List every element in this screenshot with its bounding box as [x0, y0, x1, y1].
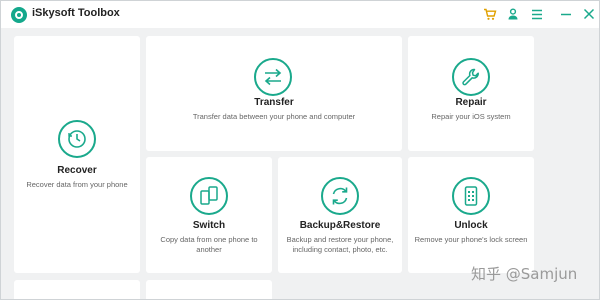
repair-description: Repair your iOS system — [431, 112, 511, 121]
repair-title: Repair — [455, 97, 487, 108]
partial-card[interactable] — [146, 280, 272, 299]
app-title: iSkysoft Toolbox — [32, 7, 120, 19]
menu-icon[interactable] — [529, 6, 545, 22]
minimize-icon[interactable] — [558, 6, 574, 22]
recover-card[interactable]: Recover Recover data from your phone — [14, 36, 140, 273]
title-bar: iSkysoft Toolbox — [1, 1, 599, 28]
backup-restore-card[interactable]: Backup&Restore Backup and restore your p… — [278, 157, 402, 273]
wrench-icon — [452, 58, 490, 96]
switch-title: Switch — [192, 220, 226, 231]
unlock-card[interactable]: Unlock Remove your phone's lock screen — [408, 157, 534, 273]
switch-card[interactable]: Switch Copy data from one phone to anoth… — [146, 157, 272, 273]
close-icon[interactable] — [581, 6, 597, 22]
unlock-phone-icon — [452, 177, 490, 215]
app-window: iSkysoft Toolbox Recover Recover data fr… — [0, 0, 600, 300]
recover-title: Recover — [57, 165, 97, 176]
backup-restore-icon — [321, 177, 359, 215]
unlock-title: Unlock — [454, 220, 488, 231]
transfer-card[interactable]: Transfer Transfer data between your phon… — [146, 36, 402, 151]
backup-restore-description: Backup and restore your phone, including… — [286, 235, 394, 254]
tool-grid: Recover Recover data from your phone Tra… — [1, 28, 599, 299]
transfer-title: Transfer — [254, 97, 294, 108]
app-logo-icon — [11, 7, 27, 23]
user-icon[interactable] — [505, 6, 521, 22]
switch-phones-icon — [190, 177, 228, 215]
backup-restore-title: Backup&Restore — [299, 220, 381, 231]
recover-description: Recover data from your phone — [26, 180, 128, 189]
repair-card[interactable]: Repair Repair your iOS system — [408, 36, 534, 151]
clock-icon — [58, 120, 96, 158]
transfer-icon — [254, 58, 292, 96]
unlock-description: Remove your phone's lock screen — [414, 235, 528, 244]
partial-card[interactable] — [14, 280, 140, 299]
transfer-description: Transfer data between your phone and com… — [192, 112, 356, 121]
switch-description: Copy data from one phone to another — [160, 235, 258, 254]
cart-icon[interactable] — [482, 6, 498, 22]
watermark-text: 知乎 @Samjun — [471, 265, 578, 283]
